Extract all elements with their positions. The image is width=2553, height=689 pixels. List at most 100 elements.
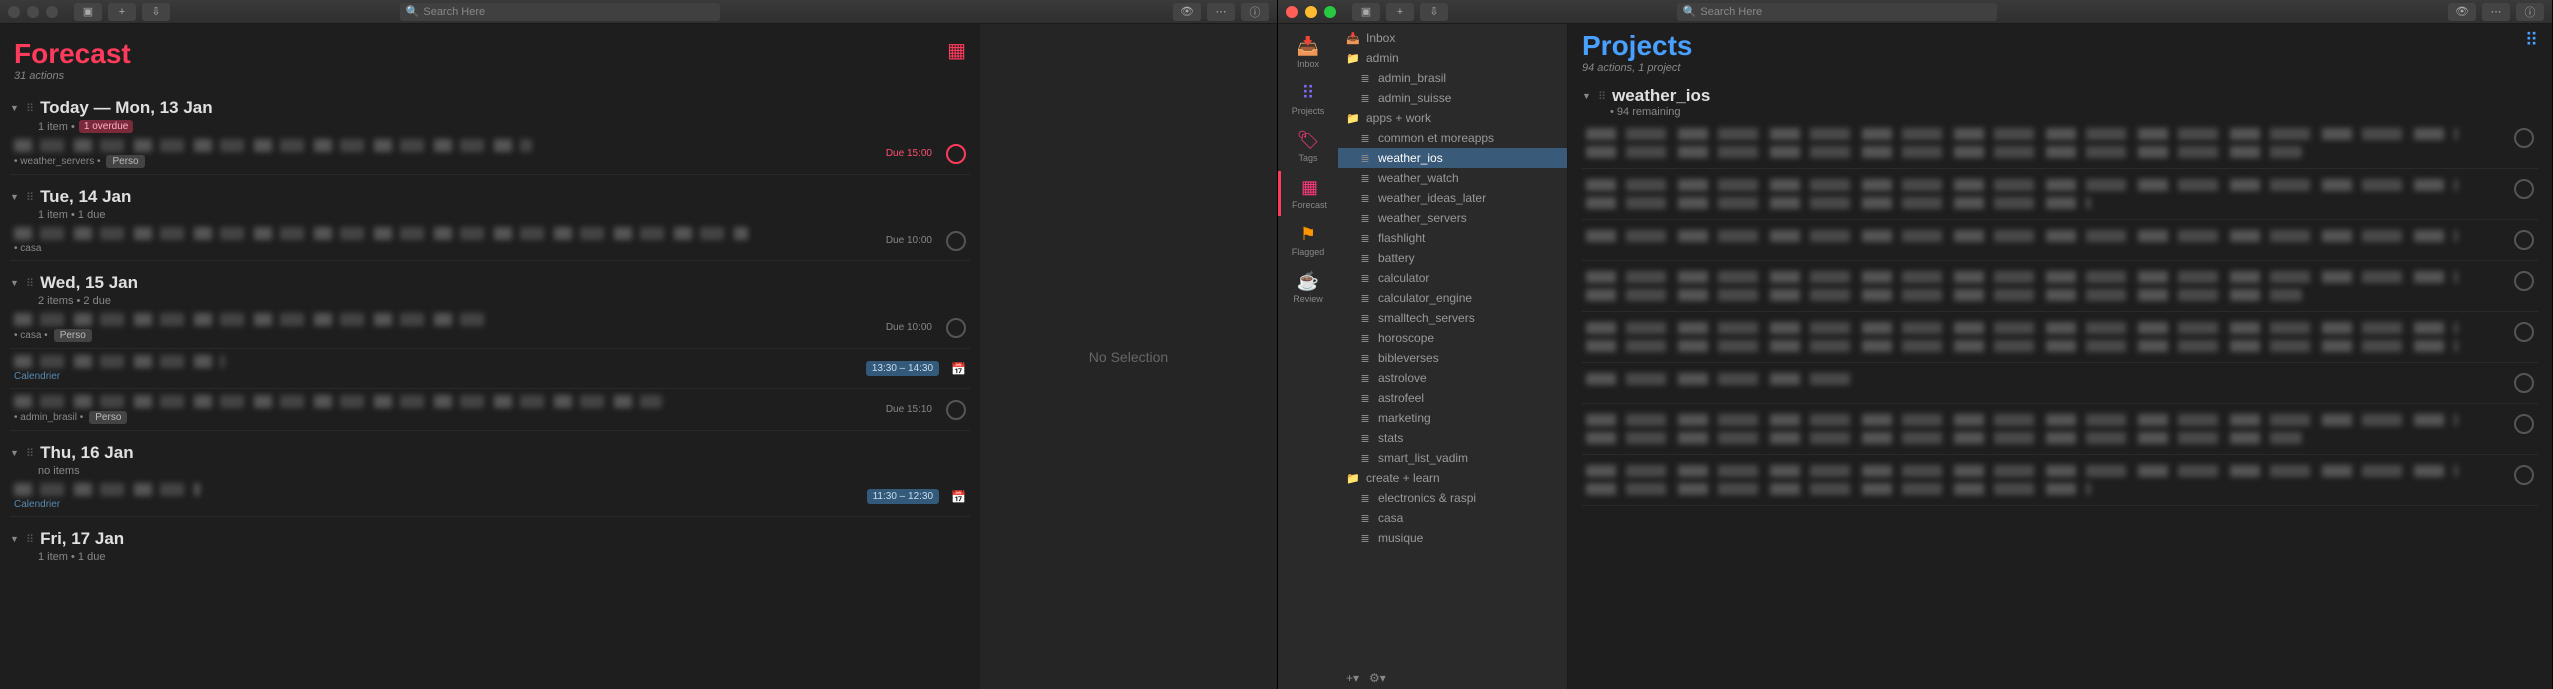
nav-flagged[interactable]: ⚑Flagged: [1278, 218, 1338, 263]
due-label: Due 15:00: [886, 148, 932, 159]
chevron-down-icon: ▼: [10, 192, 20, 202]
close-button[interactable]: [1286, 6, 1298, 18]
task-row[interactable]: • weather_servers • Perso Due 15:00: [10, 133, 970, 175]
calendar-icon: 📅: [951, 362, 966, 376]
tree-project[interactable]: ≣common et moreapps: [1338, 128, 1567, 148]
tree-project[interactable]: ≣bibleverses: [1338, 348, 1567, 368]
task-title: [1586, 197, 2091, 209]
tree-project[interactable]: ≣admin_brasil: [1338, 68, 1567, 88]
more-button[interactable]: ⋯: [2482, 3, 2510, 21]
add-button[interactable]: +: [1386, 3, 1414, 21]
inspector-button[interactable]: ⓘ: [2516, 3, 2544, 21]
nav-tags[interactable]: 🏷Tags: [1278, 124, 1338, 169]
tree-project[interactable]: ≣musique: [1338, 528, 1567, 548]
search-input[interactable]: 🔍 Search Here: [1677, 3, 1997, 21]
calendar-row[interactable]: Calendrier 11:30 – 12:30 📅: [10, 477, 970, 517]
task-row[interactable]: [1582, 118, 2538, 169]
tree-project[interactable]: ≣horoscope: [1338, 328, 1567, 348]
minimize-button[interactable]: [27, 6, 39, 18]
day-header[interactable]: ▼ ⠿ Thu, 16 Jan: [10, 441, 970, 465]
task-row[interactable]: [1582, 169, 2538, 220]
tree-project[interactable]: ≣calculator: [1338, 268, 1567, 288]
tree-project[interactable]: ≣stats: [1338, 428, 1567, 448]
tree-project[interactable]: ≣weather_servers: [1338, 208, 1567, 228]
event-title: [14, 355, 225, 368]
search-icon: 🔍: [406, 5, 420, 18]
zoom-button[interactable]: [1324, 6, 1336, 18]
calendar-row[interactable]: Calendrier 13:30 – 14:30 📅: [10, 349, 970, 389]
day-header[interactable]: ▼ ⠿ Wed, 15 Jan: [10, 271, 970, 295]
tree-project[interactable]: ≣weather_ios: [1338, 148, 1567, 168]
task-row[interactable]: [1582, 363, 2538, 404]
status-circle[interactable]: [2514, 373, 2534, 393]
project-header[interactable]: ▼ ⠿ weather_ios: [1582, 86, 2538, 106]
nav-inbox[interactable]: 📥Inbox: [1278, 30, 1338, 75]
nav-forecast[interactable]: ▦Forecast: [1278, 171, 1338, 216]
status-circle[interactable]: [2514, 414, 2534, 434]
tree-project[interactable]: ≣casa: [1338, 508, 1567, 528]
tree-folder[interactable]: 📁apps + work: [1338, 108, 1567, 128]
task-row[interactable]: [1582, 312, 2538, 363]
status-circle[interactable]: [946, 231, 966, 251]
tree-project[interactable]: ≣smalltech_servers: [1338, 308, 1567, 328]
view-button[interactable]: 👁: [1173, 3, 1201, 21]
inbox-button[interactable]: ⇩: [142, 3, 170, 21]
tree-project[interactable]: ≣astrofeel: [1338, 388, 1567, 408]
status-circle[interactable]: [2514, 465, 2534, 485]
status-circle[interactable]: [2514, 322, 2534, 342]
tree-project[interactable]: ≣astrolove: [1338, 368, 1567, 388]
tree-folder[interactable]: 📁admin: [1338, 48, 1567, 68]
close-button[interactable]: [8, 6, 20, 18]
task-project: • casa •: [14, 330, 48, 341]
tree-project[interactable]: ≣flashlight: [1338, 228, 1567, 248]
sidebar-toggle[interactable]: ▣: [74, 3, 102, 21]
tree-inbox[interactable]: 📥Inbox: [1338, 28, 1567, 48]
inspector-button[interactable]: ⓘ: [1241, 3, 1269, 21]
task-row[interactable]: [1582, 220, 2538, 261]
task-title: [14, 227, 748, 240]
tree-project[interactable]: ≣weather_watch: [1338, 168, 1567, 188]
status-circle[interactable]: [2514, 128, 2534, 148]
minimize-button[interactable]: [1305, 6, 1317, 18]
status-circle[interactable]: [2514, 179, 2534, 199]
day-title: Fri, 17 Jan: [40, 529, 124, 549]
tree-project[interactable]: ≣weather_ideas_later: [1338, 188, 1567, 208]
tree-project[interactable]: ≣smart_list_vadim: [1338, 448, 1567, 468]
add-icon[interactable]: +▾: [1346, 671, 1359, 685]
tree-project[interactable]: ≣marketing: [1338, 408, 1567, 428]
task-row[interactable]: [1582, 404, 2538, 455]
status-circle[interactable]: [946, 400, 966, 420]
task-row[interactable]: • admin_brasil • Perso Due 15:10: [10, 389, 970, 431]
sidebar-toggle[interactable]: ▣: [1352, 3, 1380, 21]
day-header[interactable]: ▼ ⠿ Tue, 14 Jan: [10, 185, 970, 209]
search-input[interactable]: 🔍 Search Here: [400, 3, 720, 21]
more-button[interactable]: ⋯: [1207, 3, 1235, 21]
nav-review[interactable]: ☕Review: [1278, 265, 1338, 310]
task-row[interactable]: [1582, 455, 2538, 506]
view-button[interactable]: 👁: [2448, 3, 2476, 21]
day-header[interactable]: ▼ ⠿ Fri, 17 Jan: [10, 527, 970, 551]
status-circle[interactable]: [946, 318, 966, 338]
traffic-lights: [1286, 6, 1336, 18]
nav-projects[interactable]: ⠿Projects: [1278, 77, 1338, 122]
add-button[interactable]: +: [108, 3, 136, 21]
status-circle[interactable]: [946, 144, 966, 164]
task-row[interactable]: • casa Due 10:00: [10, 221, 970, 261]
status-circle[interactable]: [2514, 271, 2534, 291]
task-row[interactable]: • casa • Perso Due 10:00: [10, 307, 970, 349]
tree-project[interactable]: ≣admin_suisse: [1338, 88, 1567, 108]
tree-project[interactable]: ≣battery: [1338, 248, 1567, 268]
tree-project[interactable]: ≣electronics & raspi: [1338, 488, 1567, 508]
gear-icon[interactable]: ⚙▾: [1369, 671, 1386, 685]
day-header[interactable]: ▼ ⠿ Today — Mon, 13 Jan: [10, 96, 970, 120]
task-row[interactable]: [1582, 261, 2538, 312]
tree-folder[interactable]: 📁create + learn: [1338, 468, 1567, 488]
grip-icon: ⠿: [26, 191, 34, 204]
status-circle[interactable]: [2514, 230, 2534, 250]
task-title: [1586, 289, 2302, 301]
inbox-button[interactable]: ⇩: [1420, 3, 1448, 21]
task-title: [1586, 340, 2458, 352]
tree-project[interactable]: ≣calculator_engine: [1338, 288, 1567, 308]
zoom-button[interactable]: [46, 6, 58, 18]
task-title: [14, 395, 662, 408]
